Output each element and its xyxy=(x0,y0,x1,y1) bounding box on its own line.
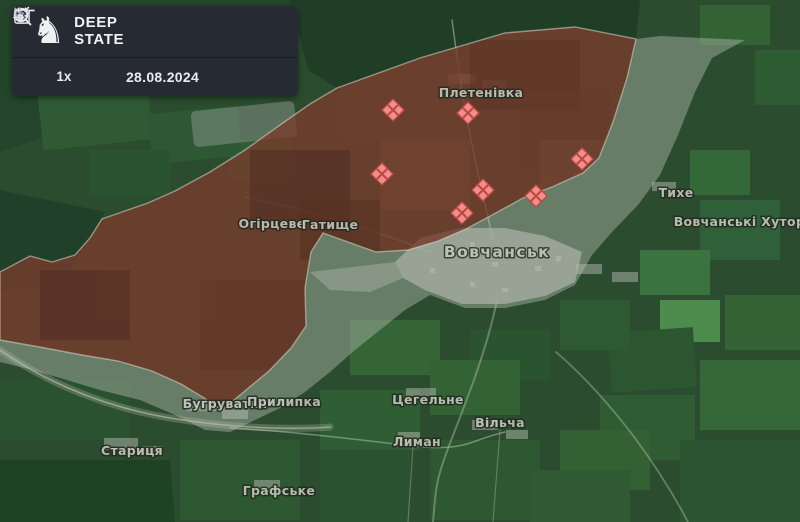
logo-line-2: STATE xyxy=(74,32,124,48)
map-label-vilcha: Вільча xyxy=(475,415,525,430)
map-label-starytsia: Стариця xyxy=(101,443,163,458)
deepstate-logo-text: DEEP STATE xyxy=(74,15,124,47)
map-label-prylipka: Прилипка xyxy=(247,394,321,409)
map-label-vovchanski-khutory: Вовчанські Хутори xyxy=(674,214,800,229)
deepstate-knight-logo-icon: ♞ xyxy=(32,12,65,49)
logo-line-1: DEEP xyxy=(74,15,124,31)
map-label-tsehelne: Цегельне xyxy=(392,392,464,407)
current-date[interactable]: 28.08.2024 xyxy=(126,69,199,85)
map-label-tykhe: Тихе xyxy=(658,185,693,200)
converge-arrows-icon xyxy=(12,6,36,23)
map-label-lyman: Лиман xyxy=(393,434,441,449)
deepstate-map-app: ПлетенівкаТихеВовчанські ХуториОгірцевеГ… xyxy=(0,0,800,522)
panel-header: ♞ DEEP STATE xyxy=(12,6,298,57)
control-panel: ♞ DEEP STATE 1x xyxy=(12,6,298,96)
map-label-hrafske: Графське xyxy=(243,483,315,498)
map-label-ohirtseve: Огірцеве xyxy=(239,216,306,231)
map-label-pletenivka: Плетенівка xyxy=(439,85,524,100)
map-label-hatyshche: Гатище xyxy=(302,217,359,232)
timeline-controls: 1x 28.08.2024 xyxy=(12,58,298,95)
map-label-vovchansk: Вовчанськ xyxy=(444,243,550,261)
speed-button[interactable]: 1x xyxy=(56,69,71,84)
